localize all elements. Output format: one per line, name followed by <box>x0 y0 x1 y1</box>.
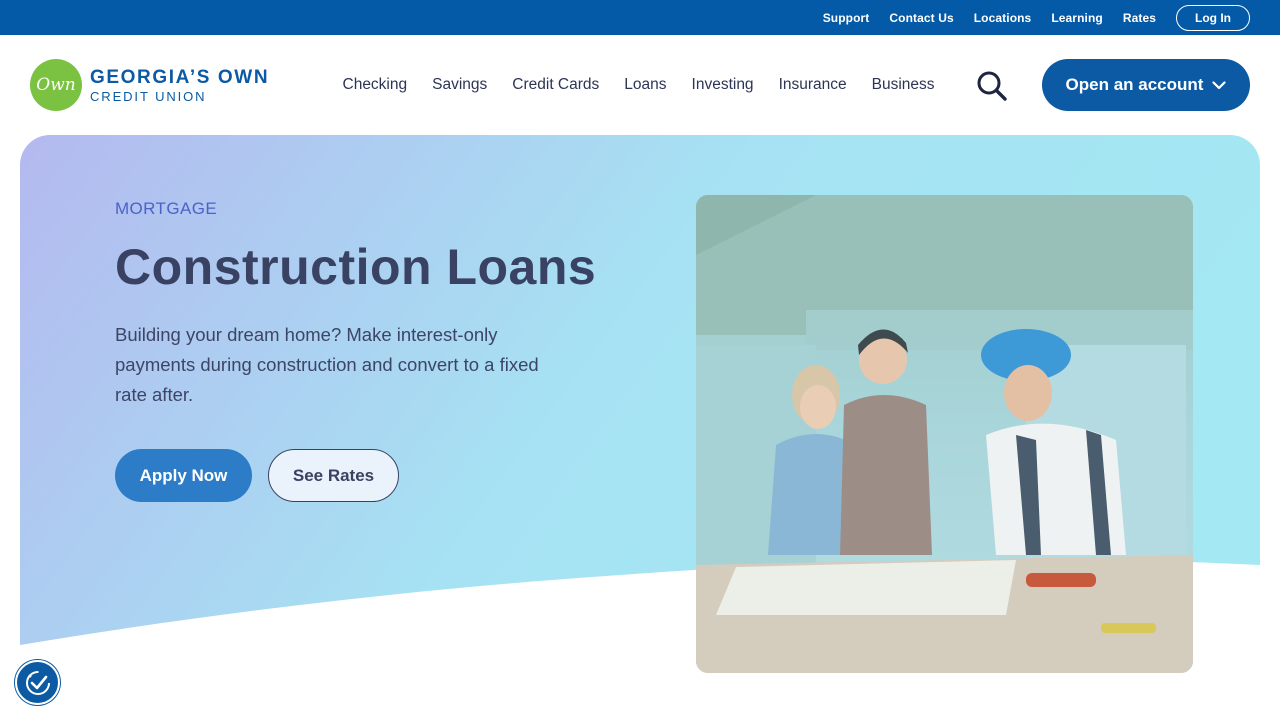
logo-name-line1: GEORGIA’S OWN <box>90 66 270 88</box>
logo-wordmark: GEORGIA’S OWN CREDIT UNION <box>90 68 269 103</box>
hero-description: Building your dream home? Make interest-… <box>115 324 539 405</box>
logo[interactable]: Own GEORGIA’S OWN CREDIT UNION <box>30 59 269 111</box>
utility-link-locations[interactable]: Locations <box>974 11 1032 25</box>
accessibility-icon[interactable] <box>15 660 60 705</box>
utility-link-learning[interactable]: Learning <box>1051 11 1102 25</box>
nav-item-checking[interactable]: Checking <box>343 76 408 94</box>
login-button[interactable]: Log In <box>1176 4 1250 31</box>
hero-eyebrow: MORTGAGE <box>115 199 218 218</box>
utility-link-support[interactable]: Support <box>823 11 870 25</box>
hero-photo <box>696 195 1193 673</box>
apply-now-button[interactable]: Apply Now <box>115 449 252 502</box>
logo-name-line2: CREDIT UNION <box>90 88 207 104</box>
utility-bar: Support Contact Us Locations Learning Ra… <box>0 0 1280 35</box>
page-title: Construction Loans <box>115 239 597 295</box>
open-account-button[interactable]: Open an account <box>1042 59 1250 111</box>
utility-link-contact-us[interactable]: Contact Us <box>889 11 953 25</box>
nav-item-business[interactable]: Business <box>872 76 935 94</box>
nav-item-insurance[interactable]: Insurance <box>779 76 847 94</box>
hero-section: MORTGAGE Construction Loans Building you… <box>20 135 1260 720</box>
logo-mark-text: Own <box>36 75 76 95</box>
utility-link-rates[interactable]: Rates <box>1123 11 1156 25</box>
utility-links: Support Contact Us Locations Learning Ra… <box>823 0 1280 35</box>
nav-item-investing[interactable]: Investing <box>692 76 754 94</box>
nav-item-savings[interactable]: Savings <box>432 76 487 94</box>
main-header: Own GEORGIA’S OWN CREDIT UNION Checking … <box>0 35 1280 135</box>
see-rates-button[interactable]: See Rates <box>268 449 399 502</box>
chevron-down-icon <box>1212 80 1227 89</box>
open-account-label: Open an account <box>1065 75 1204 94</box>
primary-nav: Checking Savings Credit Cards Loans Inve… <box>330 35 947 135</box>
nav-item-loans[interactable]: Loans <box>624 76 666 94</box>
search-icon[interactable] <box>974 70 1010 102</box>
logo-mark: Own <box>30 59 82 111</box>
nav-item-credit-cards[interactable]: Credit Cards <box>512 76 599 94</box>
